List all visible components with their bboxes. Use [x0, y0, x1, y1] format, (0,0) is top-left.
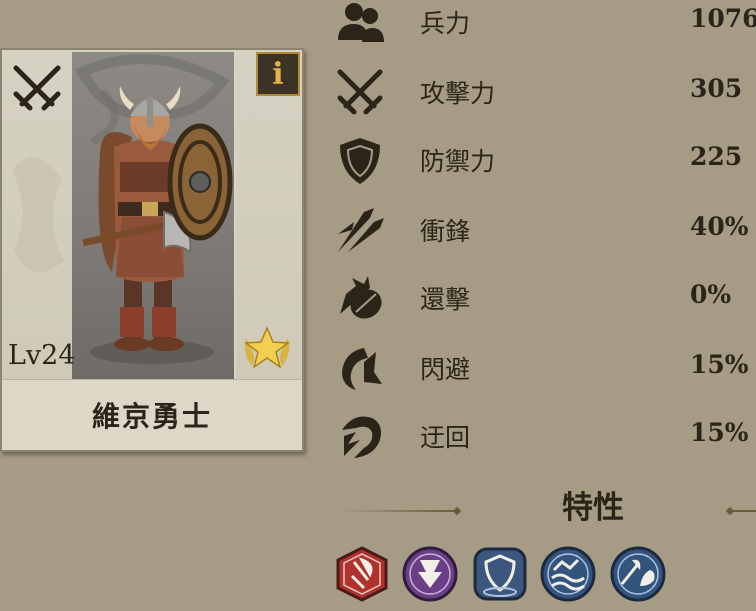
stat-value: 15%	[690, 350, 749, 379]
dodge-icon	[342, 348, 382, 390]
unit-name: 維京勇士	[2, 379, 302, 450]
water-waves-trait-icon[interactable]	[540, 546, 596, 602]
stat-label: 還擊	[420, 285, 471, 314]
stat-label: 閃避	[420, 355, 471, 384]
viking-warrior-figure	[74, 54, 233, 364]
unit-level: Lv24	[8, 340, 76, 371]
charge-arrows-icon	[338, 208, 384, 252]
troops-icon	[338, 3, 384, 42]
stat-row-flank: 迂回 15%	[330, 406, 756, 466]
axe-berserker-trait-icon[interactable]	[334, 546, 390, 602]
stat-label: 兵力	[420, 9, 471, 38]
stat-value: 15%	[690, 418, 749, 447]
stat-value: 225	[690, 142, 743, 171]
stat-row-troops: 兵力 1076	[330, 0, 756, 52]
downward-strike-trait-icon[interactable]	[402, 546, 458, 602]
stat-label: 攻擊力	[420, 79, 496, 108]
info-button[interactable]: i	[256, 52, 300, 96]
unit-card[interactable]: i Lv24 維京勇士	[0, 48, 304, 452]
stat-value: 305	[690, 74, 743, 103]
stat-row-dodge: 閃避 15%	[330, 338, 756, 398]
traits-title: 特性	[562, 490, 624, 526]
stat-label: 迂回	[420, 423, 471, 452]
crossed-swords-icon	[337, 69, 383, 115]
stat-value: 0%	[690, 280, 732, 309]
stat-row-attack: 攻擊力 305	[330, 62, 756, 122]
traits-divider-ornament	[452, 506, 462, 516]
traits-divider-right	[732, 510, 756, 512]
stat-value: 1076	[690, 4, 756, 33]
shield-icon	[340, 138, 380, 184]
gold-star-laurel-icon	[243, 326, 291, 369]
stat-label: 衝鋒	[420, 217, 471, 246]
stat-row-charge: 衝鋒 40%	[330, 200, 756, 260]
stat-row-counterattack: 還擊 0%	[330, 268, 756, 328]
flank-icon	[342, 416, 381, 458]
stat-label: 防禦力	[420, 147, 496, 176]
stat-row-defense: 防禦力 225	[330, 130, 756, 190]
traits-divider-left	[340, 510, 458, 512]
stat-value: 40%	[690, 212, 749, 241]
counterattack-icon	[340, 276, 382, 319]
unit-portrait	[72, 52, 234, 380]
crossed-swords-icon	[13, 65, 61, 111]
axe-vs-cavalry-trait-icon[interactable]	[610, 546, 666, 602]
shield-aura-trait-icon[interactable]	[472, 546, 528, 602]
